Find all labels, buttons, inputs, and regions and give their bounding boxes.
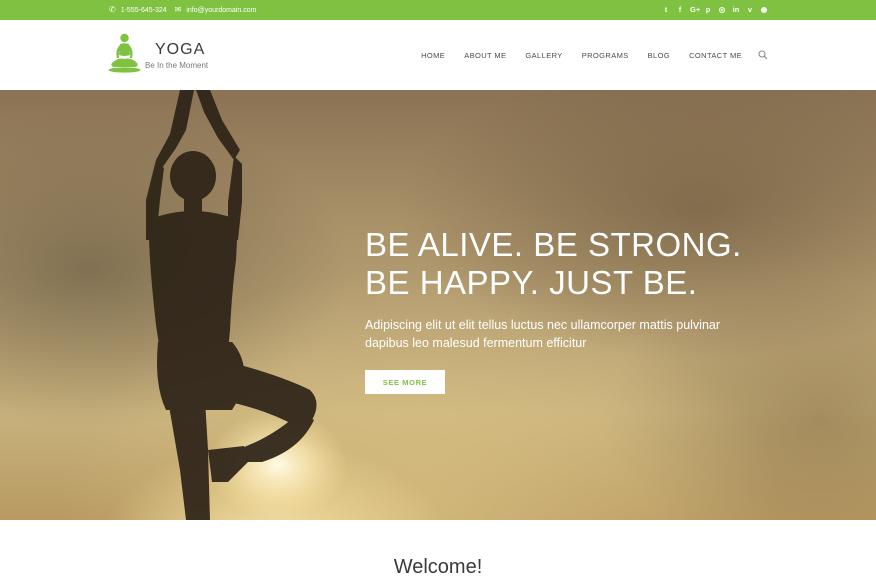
hero-content: BE ALIVE. BE STRONG. BE HAPPY. JUST BE. …: [365, 226, 742, 394]
welcome-heading: Welcome!: [393, 556, 483, 578]
nav-about-me[interactable]: ABOUT ME: [464, 51, 506, 60]
site-header: YOGA Be In the Moment HOME ABOUT ME GALL…: [0, 20, 876, 90]
hero-headline-line-2: BE HAPPY. JUST BE.: [365, 264, 698, 301]
nav-gallery[interactable]: GALLERY: [525, 51, 562, 60]
meditation-logo-icon: [108, 33, 141, 73]
nav-programs[interactable]: PROGRAMS: [582, 51, 629, 60]
phone-item[interactable]: ✆ 1-555-645-324: [109, 6, 167, 14]
linkedin-icon[interactable]: in: [732, 6, 740, 14]
main-nav: HOME ABOUT ME GALLERY PROGRAMS BLOG CONT…: [402, 20, 768, 90]
search-icon[interactable]: [758, 50, 768, 60]
phone-icon: ✆: [109, 5, 116, 14]
logo-title: YOGA: [155, 40, 206, 58]
nav-contact-me[interactable]: CONTACT ME: [689, 51, 742, 60]
facebook-icon[interactable]: f: [676, 6, 684, 14]
phone-number: 1-555-645-324: [120, 6, 167, 14]
email-item[interactable]: ✉ info@yourdomain.com: [175, 6, 257, 14]
pinterest-icon[interactable]: p: [704, 6, 712, 14]
see-more-button[interactable]: SEE MORE: [365, 370, 445, 394]
email-icon: ✉: [174, 5, 182, 14]
site-logo[interactable]: YOGA Be In the Moment: [108, 33, 208, 74]
email-address: info@yourdomain.com: [186, 6, 257, 14]
vimeo-icon[interactable]: v: [746, 6, 754, 14]
instagram-icon[interactable]: ◎: [718, 6, 726, 14]
hero-description: Adipiscing elit ut elit tellus luctus ne…: [365, 318, 721, 350]
twitter-icon[interactable]: t: [662, 6, 670, 14]
social-links: t f G+ p ◎ in v ◉: [662, 0, 768, 20]
nav-home[interactable]: HOME: [421, 51, 445, 60]
rss-icon[interactable]: ◉: [760, 6, 768, 14]
top-bar: ✆ 1-555-645-324 ✉ info@yourdomain.com t …: [0, 0, 876, 20]
google-plus-icon[interactable]: G+: [690, 6, 700, 14]
hero-headline-line-1: BE ALIVE. BE STRONG.: [365, 226, 742, 263]
logo-tagline: Be In the Moment: [145, 60, 209, 70]
hero-banner: BE ALIVE. BE STRONG. BE HAPPY. JUST BE. …: [0, 90, 876, 520]
contact-info: ✆ 1-555-645-324 ✉ info@yourdomain.com: [109, 0, 256, 20]
nav-blog[interactable]: BLOG: [648, 51, 670, 60]
hero-headline: BE ALIVE. BE STRONG. BE HAPPY. JUST BE.: [365, 226, 742, 302]
